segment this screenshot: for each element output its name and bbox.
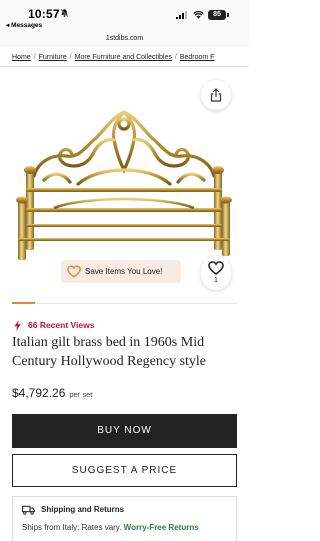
bolt-icon (14, 319, 21, 331)
price-row: $4,792.26 per set (12, 386, 92, 402)
favorite-button[interactable]: 1 (201, 256, 231, 290)
breadcrumb: Home / Furniture / More Furniture and Collec… (12, 52, 249, 64)
signal-icon (176, 11, 187, 19)
favorite-count: 1 (214, 277, 218, 284)
status-bar: 10:57 ◂ Messages 85 (0, 0, 249, 34)
battery-indicator: 85 (208, 10, 226, 20)
breadcrumb-separator: / (174, 54, 177, 61)
breadcrumb-more-furniture[interactable]: More Furniture and Collectibles (75, 54, 172, 61)
heart-icon (208, 261, 224, 275)
breadcrumb-bedroom[interactable]: Bedroom F (180, 54, 215, 61)
breadcrumb-separator: / (69, 54, 72, 61)
price-unit: per set (69, 390, 93, 399)
breadcrumb-home[interactable]: Home (12, 54, 31, 61)
heart-icon (67, 265, 81, 278)
worry-free-returns-link[interactable]: Worry-Free Returns (124, 523, 199, 532)
back-to-messages-link[interactable]: ◂ Messages (6, 21, 42, 29)
recent-views-text: 66 Recent Views (28, 320, 95, 330)
product-title: Italian gilt brass bed in 1960s Mid Cent… (12, 335, 207, 369)
suggest-price-button[interactable]: SUGGEST A PRICE (12, 454, 237, 487)
shipping-title: Shipping and Returns (41, 505, 125, 514)
share-button[interactable] (201, 80, 231, 110)
price: $4,792.26 (12, 386, 66, 400)
battery-tip (227, 13, 229, 17)
shipping-info: Ships from Italy: Rates vary. Worry-Free… (22, 523, 199, 532)
buy-now-button[interactable]: BUY NOW (12, 414, 237, 448)
shipping-returns-section[interactable]: Shipping and Returns Ships from Italy: R… (12, 496, 237, 541)
breadcrumb-separator: / (33, 54, 36, 61)
url-bar[interactable]: 1stdibs.com (0, 34, 249, 47)
save-items-text: Save Items You Love! (85, 267, 163, 276)
truck-icon (22, 505, 35, 515)
breadcrumb-furniture[interactable]: Furniture (39, 54, 67, 61)
brass-bed-image (16, 109, 232, 260)
shipping-rates-text: Ships from Italy: Rates vary. (22, 523, 122, 532)
image-progress-fill (12, 302, 35, 304)
status-time: 10:57 (28, 7, 60, 21)
recent-views: 66 Recent Views (13, 319, 94, 331)
bell-icon (60, 8, 69, 18)
wifi-icon (193, 11, 204, 19)
save-items-prompt[interactable]: Save Items You Love! (61, 260, 181, 283)
image-progress-track (12, 303, 237, 304)
share-icon (210, 88, 222, 102)
